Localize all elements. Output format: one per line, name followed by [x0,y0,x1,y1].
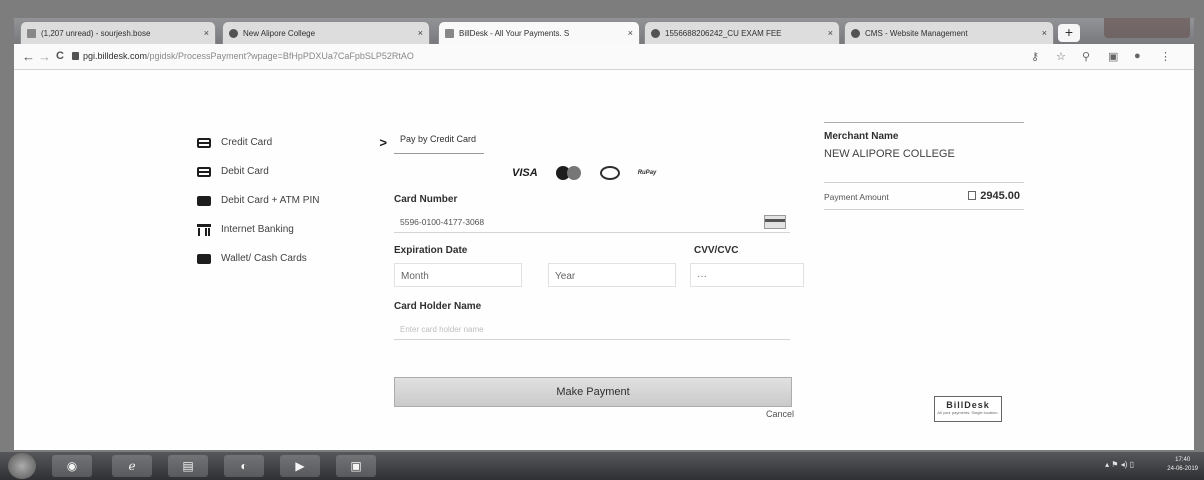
cancel-link[interactable]: Cancel [394,409,794,419]
merchant-summary: Merchant Name NEW ALIPORE COLLEGE Paymen… [824,122,1024,210]
tab-cu-exam-fee[interactable]: 1556688206242_CU EXAM FEE × [644,21,840,44]
tab-cms[interactable]: CMS - Website Management × [844,21,1054,44]
key-icon[interactable]: ⚷ [1031,50,1039,63]
mastercard-logo [555,166,582,180]
reload-icon[interactable]: C [56,50,64,62]
profile-icon[interactable]: ● [1134,50,1141,62]
chrome-icon[interactable]: ◉ [52,455,92,477]
sidebar-item-credit-card[interactable]: Credit Card > [197,128,387,157]
cvv-input[interactable]: ··· [690,263,804,287]
system-tray[interactable]: ▴ ⚑ ◂) ▯ [1105,460,1134,469]
star-icon[interactable]: ☆ [1056,50,1066,63]
tab-billdesk[interactable]: BillDesk - All Your Payments. S × [438,21,640,44]
cvv-label: CVV/CVC [694,245,739,256]
sidebar-item-debit-card-atm-pin[interactable]: Debit Card + ATM PIN [197,186,387,215]
tab-gmail[interactable]: (1,207 unread) - sourjesh.bose × [20,21,216,44]
make-payment-button[interactable]: Make Payment [394,377,792,407]
back-icon[interactable]: ← [22,49,35,64]
tab-new-alipore-college[interactable]: New Alipore College × [222,21,430,44]
debit-card-icon [197,166,211,177]
extension-icon[interactable]: ▣ [1108,50,1118,63]
payment-method-list: Credit Card > Debit Card Debit Card + AT… [197,128,387,273]
address-bar: ← → C pgi.billdesk.com/pgidsk/ProcessPay… [14,44,1194,70]
rupay-logo: RuPay [637,170,657,176]
card-number-label: Card Number [394,194,458,205]
window-icon[interactable]: ▣ [336,455,376,477]
payment-amount-row: Payment Amount 2945.00 [824,182,1024,210]
credit-card-form: Pay by Credit Card VISA RuPay Card Numbe… [394,128,810,419]
pin-icon [197,195,211,206]
credit-card-icon [197,137,211,148]
card-type-icon [764,215,786,229]
globe-icon [851,28,860,38]
billdesk-icon [445,28,454,38]
close-icon[interactable]: × [828,28,833,38]
year-select[interactable]: Year [548,263,676,287]
new-tab-button[interactable]: + [1058,24,1080,42]
sidebar-item-debit-card[interactable]: Debit Card [197,157,387,186]
rupee-icon [968,191,977,200]
diners-club-logo [599,166,620,180]
mail-icon [27,28,36,38]
merchant-name: NEW ALIPORE COLLEGE [824,148,955,160]
payment-amount: 2945.00 [968,190,1020,202]
payment-amount-label: Payment Amount [824,192,889,202]
card-network-logos: VISA RuPay [512,164,810,182]
system-clock[interactable]: 17:40 24-06-2019 [1167,456,1198,474]
billdesk-logo: BillDesk All your payments. Single locat… [934,396,1002,422]
player-icon[interactable]: ▶ [280,455,320,477]
globe-icon [229,28,238,38]
globe-icon [651,28,660,38]
card-holder-input[interactable]: Enter card holder name [394,318,790,340]
chevron-right-icon: > [379,135,387,150]
close-icon[interactable]: × [204,28,209,38]
bank-icon [197,223,211,236]
windows-taskbar: ◉ ℯ ▤ ◐ ▶ ▣ ▴ ⚑ ◂) ▯ 17:40 24-06-2019 [0,452,1204,480]
close-icon[interactable]: × [418,28,423,38]
ie-icon[interactable]: ℯ [112,455,152,477]
close-icon[interactable]: × [1042,28,1047,38]
folder-icon[interactable]: ▤ [168,455,208,477]
media-icon[interactable]: ◐ [224,455,264,477]
card-holder-label: Card Holder Name [394,301,482,312]
expiration-date-label: Expiration Date [394,245,468,256]
forward-icon[interactable]: → [38,49,51,64]
wallet-icon [197,253,211,264]
card-number-input[interactable]: 5596-0100-4177-3068 [394,211,790,233]
browser-tab-bar: (1,207 unread) - sourjesh.bose × New Ali… [14,18,1194,44]
merchant-name-label: Merchant Name [824,131,899,142]
visa-logo: VISA [512,167,538,179]
page-content: Credit Card > Debit Card Debit Card + AT… [14,70,1194,450]
lock-icon [72,52,79,60]
start-button[interactable] [8,453,36,479]
sidebar-item-internet-banking[interactable]: Internet Banking [197,215,387,244]
menu-icon[interactable]: ⋮ [1160,50,1171,63]
window-controls[interactable] [1104,18,1190,38]
sidebar-item-wallet[interactable]: Wallet/ Cash Cards [197,244,387,273]
tab-pay-by-credit-card[interactable]: Pay by Credit Card [394,128,485,154]
month-select[interactable]: Month [394,263,522,287]
zoom-icon[interactable]: ⚲ [1082,50,1090,63]
url-field[interactable]: pgi.billdesk.com/pgidsk/ProcessPayment?w… [72,51,414,61]
close-icon[interactable]: × [628,28,633,38]
